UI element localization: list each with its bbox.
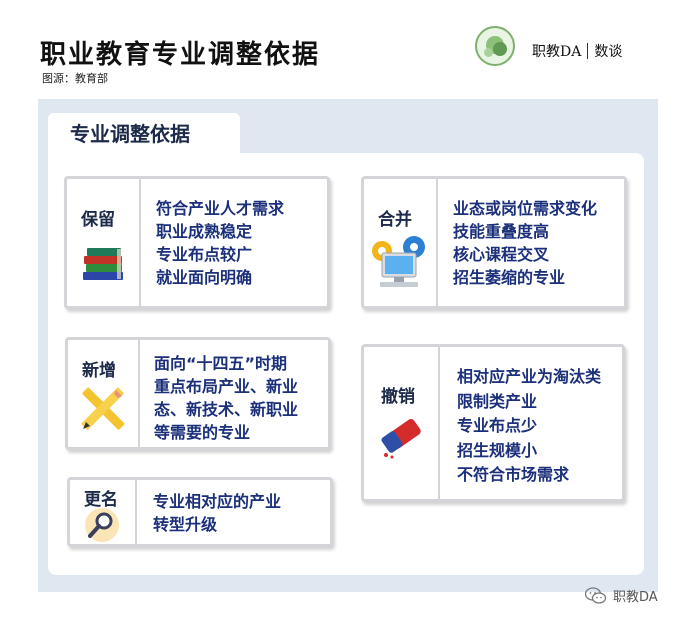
card-cancel-label: 撤销 — [381, 387, 415, 407]
card-line: 相对应产业为淘汰类 — [457, 367, 602, 386]
brand-divider — [587, 43, 589, 59]
card-cancel-lines: 相对应产业为淘汰类 限制类产业 专业布点少 招生规模小 不符合市场需求 — [457, 365, 601, 488]
brand-logo-icon — [475, 26, 515, 66]
card-line: 符合产业人才需求 — [156, 199, 285, 218]
card-line: 限制类产业 — [457, 391, 538, 411]
panel-title: 专业调整依据 — [48, 113, 240, 155]
card-line: 专业相对应的产业 — [153, 492, 282, 511]
card-cancel: 撤销 相对应产业为淘汰类 限制类产业 专业布点少 招生规模小 不符合市场需求 — [361, 344, 625, 502]
card-line: 招生规模小 — [457, 440, 538, 460]
books-icon — [83, 248, 123, 280]
card-line: 态、新技术、新职业 — [154, 400, 299, 419]
eraser-icon — [381, 419, 421, 459]
card-merge-label: 合并 — [378, 210, 412, 230]
card-line: 专业布点少 — [457, 416, 538, 435]
wechat-icon — [585, 586, 607, 604]
computer-gears-icon — [372, 236, 425, 287]
card-line: 转型升级 — [153, 515, 218, 534]
card-line: 技能重叠度高 — [453, 222, 550, 241]
card-line: 核心课程交叉 — [453, 245, 550, 264]
brand-name: 职教DA 数谈 — [532, 41, 622, 61]
card-retain-lines: 符合产业人才需求 职业成熟稳定 专业布点较广 就业面向明确 — [156, 197, 284, 289]
card-line: 面向“十四五”时期 — [154, 354, 288, 373]
card-merge-lines: 业态或岗位需求变化 技能重叠度高 核心课程交叉 招生萎缩的专业 — [453, 197, 597, 289]
page-title: 职业教育专业调整依据 — [40, 40, 321, 70]
card-rename-lines: 专业相对应的产业 转型升级 — [153, 490, 281, 536]
watermark-text: 职教DA — [613, 590, 658, 605]
card-line: 招生萎缩的专业 — [453, 268, 566, 287]
card-line: 重点布局产业、新业 — [154, 377, 299, 396]
card-line: 业态或岗位需求变化 — [453, 199, 598, 218]
card-merge: 合并 业态或岗位需求变化 技能重叠度高 核心课程交叉 招生萎缩的专业 — [361, 176, 627, 309]
card-line: 专业布点较广 — [156, 245, 253, 264]
card-line: 不符合市场需求 — [457, 465, 570, 484]
watermark: 职教DA — [585, 586, 658, 605]
pencil-ruler-icon — [81, 387, 125, 430]
card-add-label: 新增 — [82, 361, 116, 381]
card-retain-label: 保留 — [81, 210, 115, 230]
card-line: 就业面向明确 — [156, 268, 253, 287]
card-line: 等需要的专业 — [154, 423, 251, 442]
image-source: 图源：教育部 — [42, 72, 108, 85]
card-line: 职业成熟稳定 — [156, 222, 253, 241]
card-retain: 保留 符合产业人才需求 职业成熟稳定 专业布点较广 就业面向明确 — [64, 176, 330, 309]
brand-left: 职教DA — [532, 44, 582, 60]
card-rename: 更名 专业相对应的产业 转型升级 — [67, 477, 333, 547]
magnifier-icon — [85, 508, 119, 542]
brand-right: 数谈 — [594, 44, 623, 60]
card-add: 新增 面向“十四五”时期 重点布局产业、新业 态、新技术、新职业 等需要的专业 — [65, 337, 331, 450]
card-add-lines: 面向“十四五”时期 重点布局产业、新业 态、新技术、新职业 等需要的专业 — [154, 352, 298, 444]
